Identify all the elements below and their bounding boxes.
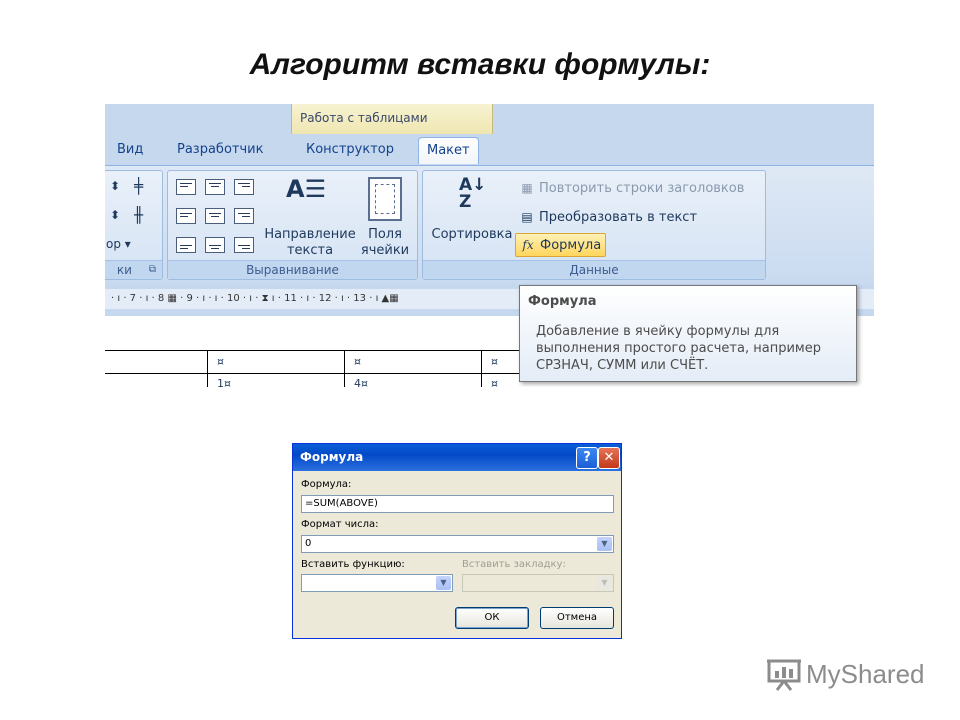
cell-margins-icon[interactable] [368, 177, 402, 221]
help-button[interactable]: ? [576, 447, 598, 469]
table-cell[interactable]: ¤ [217, 355, 224, 368]
table-border [207, 350, 208, 387]
align-top-center-icon[interactable] [205, 179, 225, 195]
align-middle-center-icon[interactable] [205, 208, 225, 224]
table-cell[interactable]: ¤ [491, 377, 498, 387]
group-label-partial: ки ⧉ [105, 260, 162, 279]
formula-tooltip: Формула Добавление в ячейку формулы для … [519, 285, 857, 382]
align-top-right-icon[interactable] [234, 179, 254, 195]
chevron-down-icon[interactable]: ▼ [597, 537, 612, 551]
align-bottom-center-icon[interactable] [205, 237, 225, 253]
group-alignment: A☰ Направление текста Поля ячейки Выравн… [167, 170, 418, 280]
cancel-button[interactable]: Отмена [540, 607, 614, 629]
ribbon-tabs: Вид Разработчик Конструктор Макет [105, 137, 874, 165]
align-top-left-icon[interactable] [176, 179, 196, 195]
ribbon-screenshot: Работа с таблицами Вид Разработчик Конст… [105, 104, 874, 387]
convert-text-icon: ▤ [521, 210, 533, 224]
repeat-header-icon: ▦ [521, 181, 533, 195]
cell-margins-button[interactable]: Поля ячейки [360, 227, 410, 259]
sort-icon[interactable]: A↓ Z [459, 177, 486, 211]
tooltip-description: Добавление в ячейку формулы для выполнен… [536, 324, 821, 373]
contextual-group-label: Работа с таблицами [300, 111, 428, 125]
tab-developer[interactable]: Разработчик [169, 137, 271, 163]
insert-function-select[interactable]: ▼ [301, 574, 453, 592]
dialog-launcher-icon[interactable]: ⧉ [149, 261, 162, 279]
align-middle-left-icon[interactable] [176, 208, 196, 224]
repeat-header-rows-button[interactable]: ▦ Повторить строки заголовков [519, 181, 744, 196]
text-direction-icon[interactable]: A☰ [286, 175, 326, 203]
ribbon-body: ⬍ ╪ ⬍ ╫ ор ▾ ки ⧉ A☰ Направление текста [105, 165, 874, 284]
spin-up-icon[interactable]: ⬍ [110, 179, 120, 193]
fx-icon: fx [522, 238, 534, 252]
number-format-value: 0 [305, 538, 312, 549]
slide-title: Алгоритм вставки формулы: [249, 48, 711, 81]
table-border [344, 350, 345, 387]
table-cell[interactable]: 4¤ [354, 377, 368, 387]
tab-layout[interactable]: Макет [418, 137, 479, 164]
group-label-alignment: Выравнивание [168, 260, 417, 279]
table-border [481, 350, 482, 387]
close-button[interactable]: ✕ [598, 447, 620, 469]
align-middle-right-icon[interactable] [234, 208, 254, 224]
insert-function-label: Вставить функцию: [301, 559, 405, 570]
formula-label: Формула: [301, 479, 352, 490]
table-cell[interactable]: 1¤ [217, 377, 231, 387]
ruler-number: 12 [318, 293, 332, 304]
group-label-data: Данные [423, 260, 765, 279]
tooltip-title: Формула [528, 294, 597, 309]
number-format-label: Формат числа: [301, 519, 379, 530]
align-bottom-right-icon[interactable] [234, 237, 254, 253]
text-direction-button[interactable]: Направление текста [256, 227, 364, 259]
table-cell[interactable]: ¤ [354, 355, 361, 368]
number-format-select[interactable]: 0 ▼ [301, 535, 614, 553]
presentation-board-icon [767, 659, 801, 691]
table-cell[interactable]: ¤ [491, 355, 498, 368]
formula-dialog: Формула ? ✕ Формула: =SUM(ABOVE) Формат … [292, 443, 622, 639]
group-partial-left: ⬍ ╪ ⬍ ╫ ор ▾ ки ⧉ [105, 170, 163, 280]
ruler-number: 11 [284, 293, 297, 304]
group-data: A↓ Z Сортировка ▦ Повторить строки заголов… [422, 170, 766, 280]
autofit-dropdown[interactable]: ор ▾ [106, 237, 131, 251]
convert-to-text-button[interactable]: ▤ Преобразовать в текст [519, 210, 697, 225]
tab-view[interactable]: Вид [109, 137, 151, 163]
ok-button[interactable]: ОК [455, 607, 529, 629]
align-bottom-left-icon[interactable] [176, 237, 196, 253]
sort-button[interactable]: Сортировка [427, 227, 517, 243]
distribute-columns-icon[interactable]: ╫ [134, 206, 143, 224]
chevron-down-icon: ▼ [597, 576, 612, 590]
insert-bookmark-select: ▼ [462, 574, 614, 592]
ruler-number: 13 [353, 293, 367, 304]
formula-input[interactable]: =SUM(ABOVE) [301, 495, 614, 513]
formula-button[interactable]: fx Формула [515, 233, 607, 257]
spin-down-icon[interactable]: ⬍ [110, 208, 120, 222]
distribute-rows-icon[interactable]: ╪ [134, 177, 143, 195]
dialog-title: Формула [300, 450, 364, 464]
chevron-down-icon[interactable]: ▼ [436, 576, 451, 590]
insert-bookmark-label: Вставить закладку: [462, 559, 566, 570]
tab-design[interactable]: Конструктор [298, 137, 402, 163]
logo-text: MyShared [806, 659, 925, 689]
ruler-number: 10 [227, 293, 240, 304]
dialog-titlebar[interactable]: Формула ? ✕ [293, 444, 621, 471]
